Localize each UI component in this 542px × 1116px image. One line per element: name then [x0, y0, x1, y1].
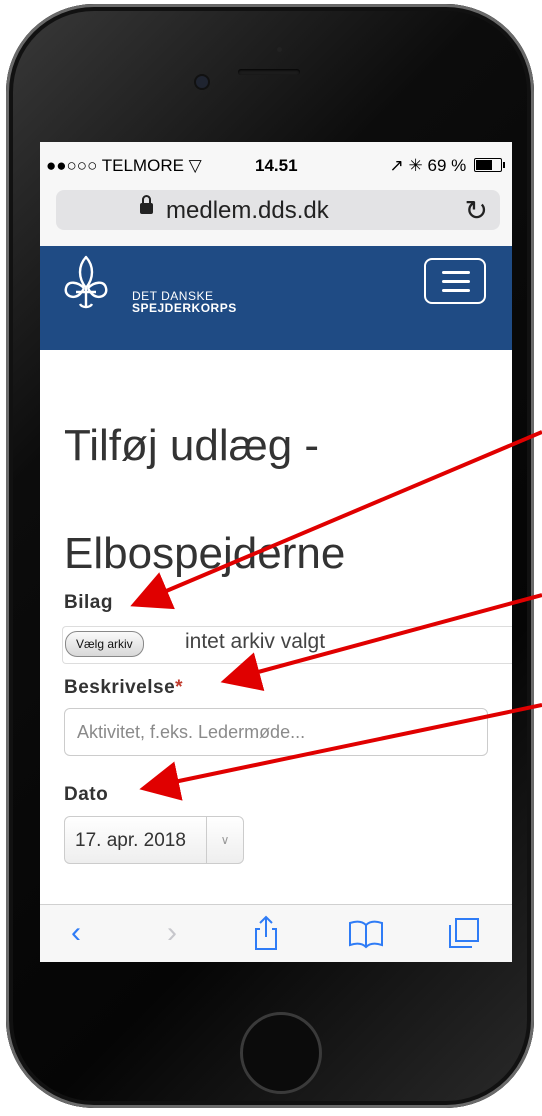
- hamburger-bar: [442, 289, 470, 292]
- date-label: Dato: [64, 784, 109, 805]
- description-label: Beskrivelse*: [64, 677, 183, 699]
- browser-toolbar: ‹ ›: [40, 904, 512, 962]
- url-text: medlem.dds.dk: [166, 197, 329, 224]
- carrier-label: ●●○○○ TELMORE: [46, 156, 184, 175]
- location-icon: ↗: [389, 156, 404, 175]
- file-input[interactable]: Vælg arkiv intet arkiv valgt: [62, 626, 512, 664]
- chevron-down-icon: ∨: [206, 817, 243, 863]
- bluetooth-icon: ✳: [408, 156, 423, 175]
- browser-chrome: medlem.dds.dk ↻: [40, 188, 512, 246]
- earpiece-speaker: [238, 69, 300, 75]
- status-bar: ●●○○○ TELMORE ▽ 14.51 ↗ ✳ 69 %: [40, 142, 512, 188]
- reload-icon[interactable]: ↻: [465, 194, 488, 227]
- address-bar[interactable]: medlem.dds.dk ↻: [56, 190, 500, 230]
- date-value: 17. apr. 2018: [75, 830, 186, 851]
- fleur-de-lis-logo-icon[interactable]: [62, 254, 110, 312]
- battery-icon: [474, 158, 505, 172]
- brand-name[interactable]: DET DANSKE SPEJDERKORPS: [132, 290, 237, 314]
- forward-icon[interactable]: ›: [152, 913, 192, 953]
- attachment-label: Bilag: [64, 592, 113, 613]
- file-status-text: intet arkiv valgt: [185, 630, 326, 653]
- site-header: DET DANSKE SPEJDERKORPS: [40, 246, 512, 350]
- battery-percent: 69 %: [427, 156, 467, 175]
- bookmarks-icon[interactable]: [346, 913, 386, 953]
- required-marker: *: [175, 677, 184, 698]
- carrier: ●●○○○ TELMORE ▽: [46, 156, 202, 176]
- hamburger-bar: [442, 280, 470, 283]
- description-label-text: Beskrivelse: [64, 677, 176, 698]
- hamburger-bar: [442, 271, 470, 274]
- menu-toggle-button[interactable]: [424, 258, 486, 304]
- status-right: ↗ ✳ 69 %: [389, 156, 505, 176]
- choose-file-button[interactable]: Vælg arkiv: [65, 631, 144, 657]
- date-select[interactable]: 17. apr. 2018 ∨: [64, 816, 244, 864]
- sensor-dot: [277, 47, 282, 52]
- home-button[interactable]: [240, 1012, 322, 1094]
- brand-line-2: SPEJDERKORPS: [132, 301, 237, 315]
- phone-screen: ●●○○○ TELMORE ▽ 14.51 ↗ ✳ 69 % medlem.dd…: [40, 142, 512, 962]
- tabs-icon[interactable]: [444, 913, 484, 953]
- clock: 14.51: [255, 156, 298, 175]
- page-title: Tilføj udlæg - Elbospejderne: [64, 421, 346, 578]
- back-icon[interactable]: ‹: [56, 913, 96, 953]
- share-icon[interactable]: [246, 913, 286, 953]
- lock-icon: [140, 195, 153, 214]
- wifi-icon: ▽: [188, 156, 202, 175]
- front-camera: [196, 76, 208, 88]
- description-input[interactable]: [64, 708, 488, 756]
